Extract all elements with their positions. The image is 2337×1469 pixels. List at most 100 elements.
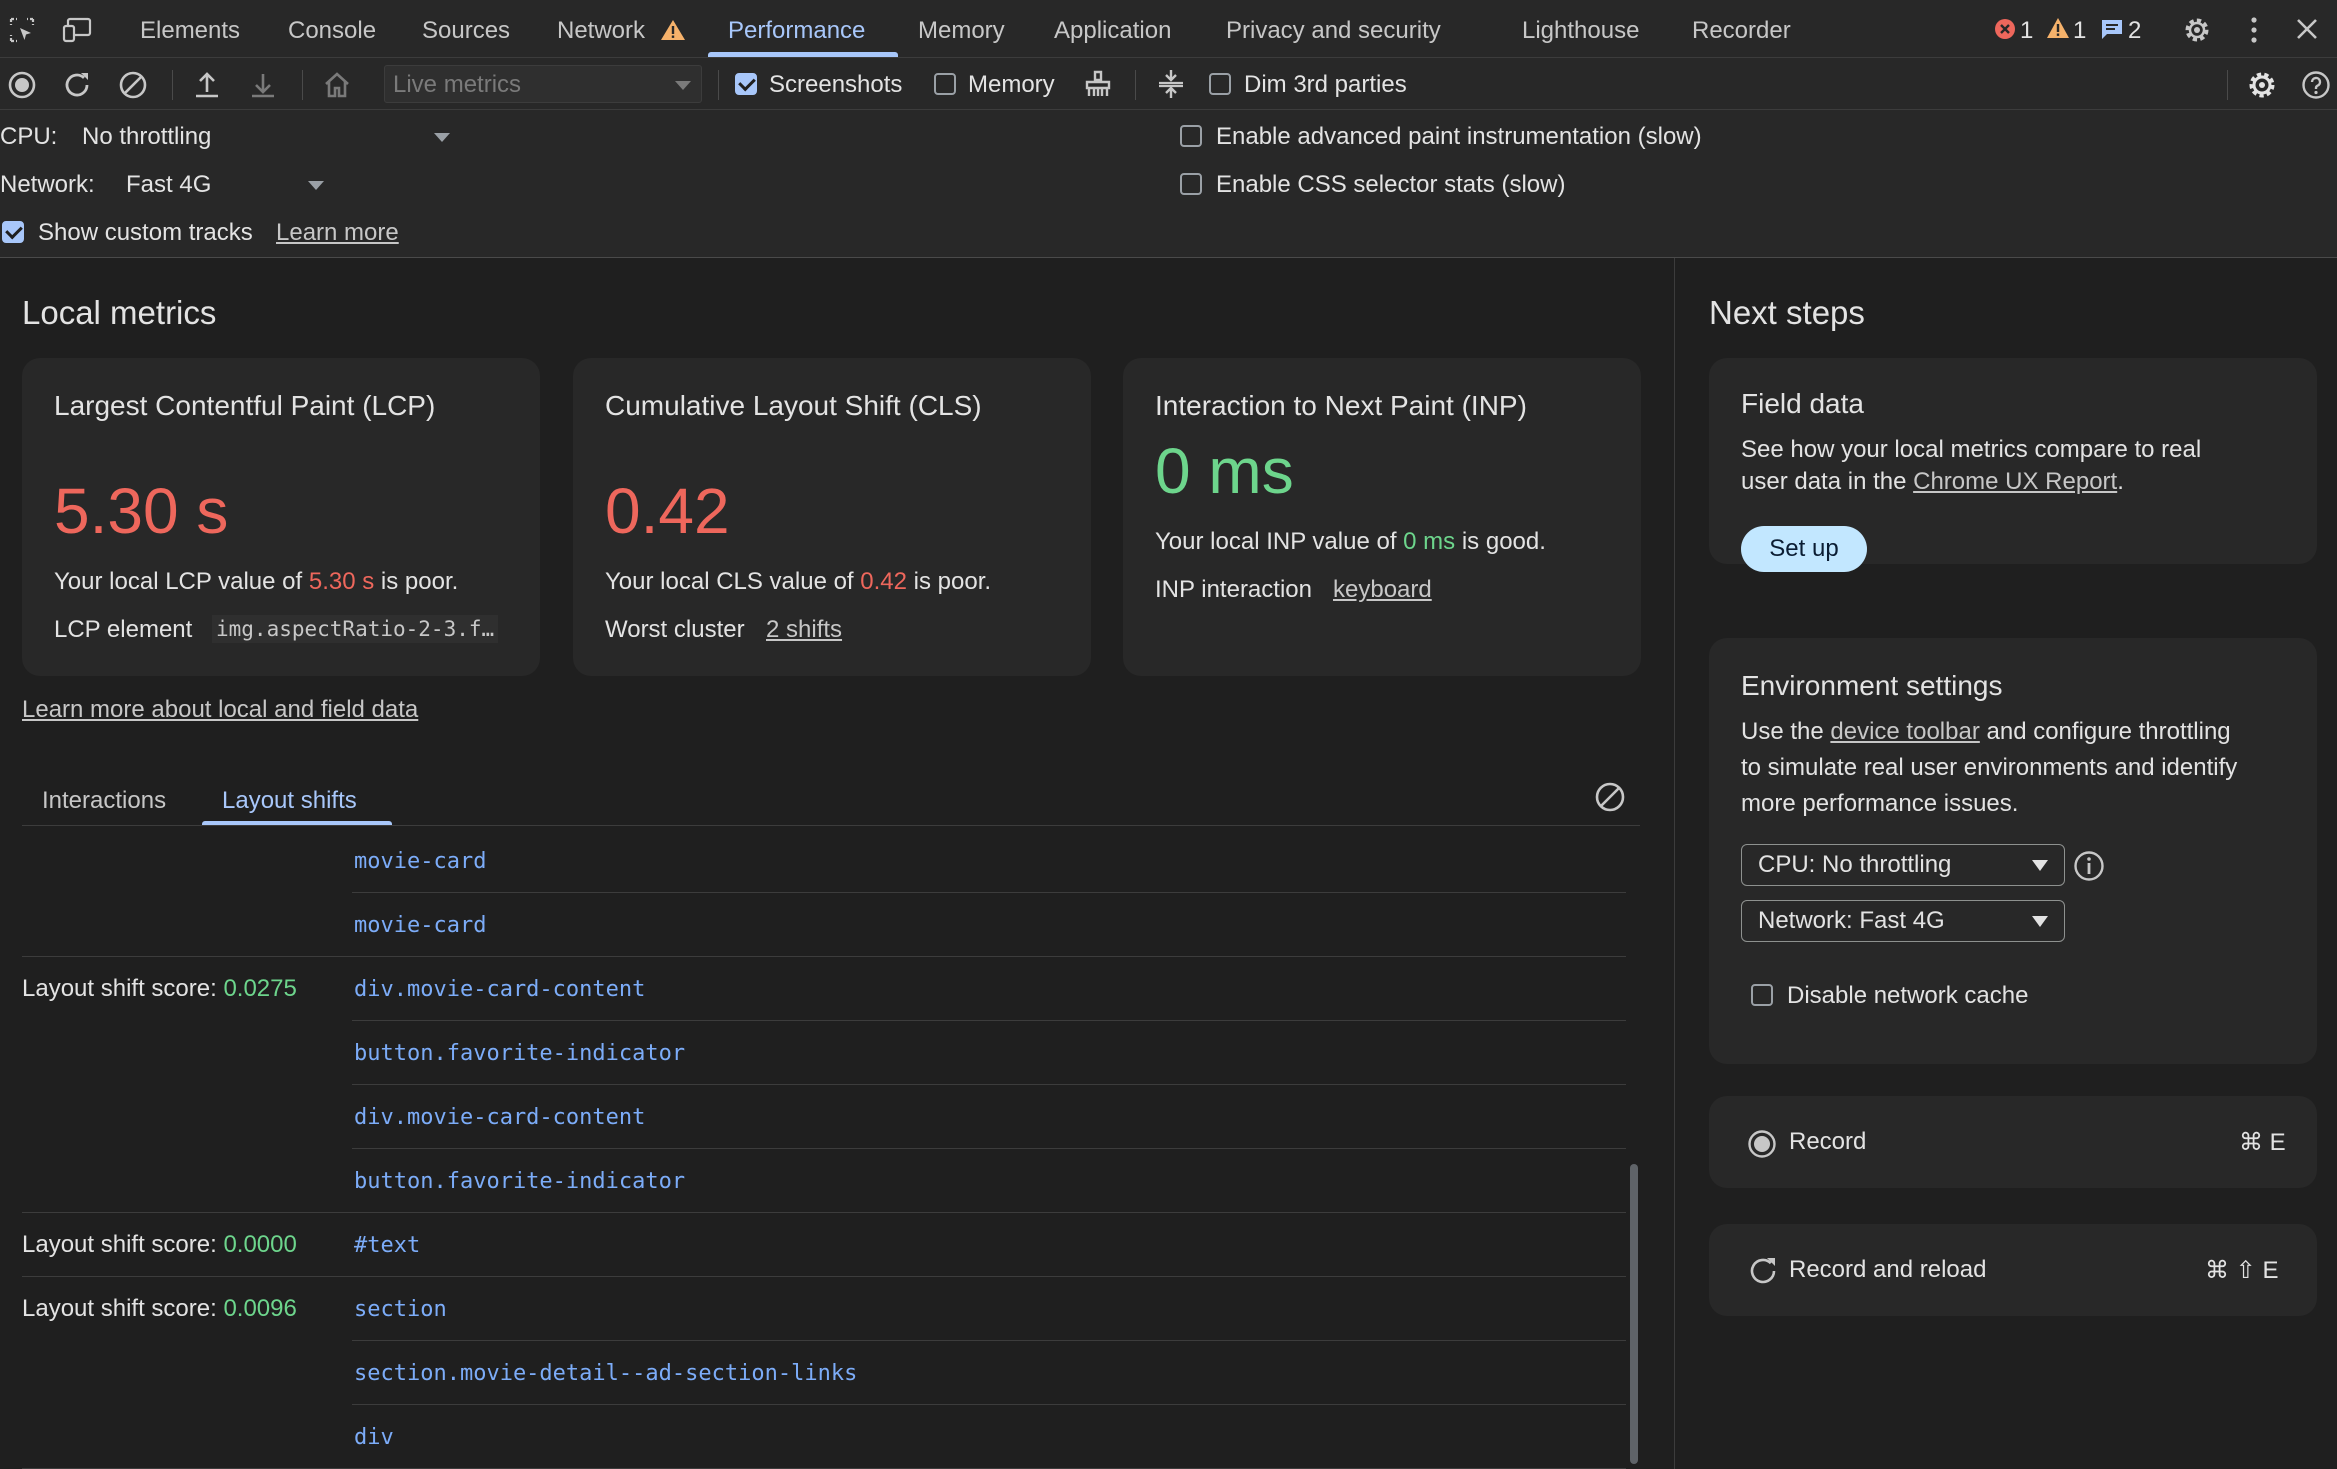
info-icon[interactable]: [2073, 850, 2105, 882]
learn-more-local-field-link[interactable]: Learn more about local and field data: [22, 696, 418, 724]
cpu-throttling-value: No throttling: [82, 123, 212, 150]
node-link[interactable]: movie-card: [354, 913, 486, 938]
performance-toolbar: Live metrics Screenshots Memory Dim 3rd …: [0, 58, 2337, 110]
settings-gear-icon[interactable]: [2181, 14, 2213, 46]
tab-memory[interactable]: Memory: [918, 0, 1005, 58]
tab-elements[interactable]: Elements: [140, 0, 240, 58]
next-steps-heading: Next steps: [1709, 294, 1865, 331]
node-link[interactable]: #text: [354, 1233, 420, 1258]
inp-value: 0 ms: [1155, 435, 1294, 507]
css-selector-stats-label: Enable CSS selector stats (slow): [1216, 171, 1566, 198]
network-throttling-select[interactable]: Fast 4G: [126, 166, 332, 202]
clear-shifts-icon[interactable]: [1594, 781, 1626, 813]
dropdown-arrow-icon: [2032, 916, 2048, 927]
lcp-element-node[interactable]: img.aspectRatio-2-3.f…: [212, 615, 499, 643]
help-icon[interactable]: [2301, 70, 2331, 100]
garbage-collect-icon[interactable]: [1083, 69, 1113, 99]
tab-lighthouse[interactable]: Lighthouse: [1522, 0, 1639, 58]
node-link[interactable]: div: [354, 1425, 394, 1450]
toolbar-divider: [2227, 70, 2228, 100]
device-toolbar-icon[interactable]: [62, 16, 94, 44]
record-icon[interactable]: [7, 70, 37, 100]
tab-network[interactable]: Network: [557, 0, 645, 58]
warning-icon[interactable]: [2046, 17, 2070, 39]
cpu-throttling-dropdown[interactable]: CPU: No throttling: [1741, 844, 2065, 886]
memory-checkbox[interactable]: [934, 73, 956, 95]
cpu-label: CPU:: [0, 123, 58, 150]
screenshots-label: Screenshots: [769, 71, 903, 98]
dropdown-arrow-icon: [2032, 860, 2048, 871]
record-card[interactable]: Record ⌘ E: [1709, 1096, 2317, 1188]
field-data-desc-1: See how your local metrics compare to re…: [1741, 436, 2202, 463]
table-row[interactable]: button.favorite-indicator: [22, 1021, 1626, 1085]
show-custom-tracks-checkbox[interactable]: [2, 221, 24, 243]
network-throttling-dropdown-value: Network: Fast 4G: [1758, 907, 1945, 934]
field-data-desc-2: user data in the Chrome UX Report.: [1741, 468, 2124, 495]
tab-application[interactable]: Application: [1054, 0, 1171, 58]
table-row[interactable]: div.movie-card-content: [22, 1085, 1626, 1149]
setup-button[interactable]: Set up: [1741, 526, 1867, 572]
more-options-icon[interactable]: [2244, 16, 2264, 44]
node-link[interactable]: button.favorite-indicator: [354, 1169, 685, 1194]
css-selector-stats-checkbox[interactable]: [1180, 173, 1202, 195]
node-link[interactable]: movie-card: [354, 849, 486, 874]
chrome-ux-report-link[interactable]: Chrome UX Report: [1913, 468, 2117, 495]
clear-icon[interactable]: [118, 70, 148, 100]
lcp-title: Largest Contentful Paint (LCP): [54, 390, 436, 421]
table-row[interactable]: Layout shift score: 0.0000 #text: [22, 1213, 1626, 1277]
tab-performance[interactable]: Performance: [728, 0, 865, 58]
tabs-divider: [22, 825, 1640, 826]
tab-sources[interactable]: Sources: [422, 0, 510, 58]
node-link[interactable]: div.movie-card-content: [354, 977, 645, 1002]
toolbar-divider: [718, 70, 719, 100]
node-link[interactable]: button.favorite-indicator: [354, 1041, 685, 1066]
node-link[interactable]: section.movie-detail--ad-section-links: [354, 1361, 857, 1386]
toolbar-divider: [172, 70, 173, 100]
message-icon[interactable]: [2100, 18, 2124, 40]
table-row[interactable]: section.movie-detail--ad-section-links: [22, 1341, 1626, 1405]
inspect-element-icon[interactable]: [8, 16, 36, 44]
tab-console[interactable]: Console: [288, 0, 376, 58]
table-row[interactable]: Layout shift score: 0.0275 div.movie-car…: [22, 957, 1626, 1021]
disable-cache-checkbox[interactable]: [1751, 984, 1773, 1006]
cls-title: Cumulative Layout Shift (CLS): [605, 390, 982, 421]
network-throttling-dropdown[interactable]: Network: Fast 4G: [1741, 900, 2065, 942]
warning-count[interactable]: 1: [2073, 0, 2086, 58]
table-row[interactable]: Layout shift score: 0.0096 section: [22, 1277, 1626, 1341]
next-steps-panel: Next steps Field data See how your local…: [1674, 258, 2337, 1469]
inp-description: Your local INP value of 0 ms is good.: [1155, 528, 1546, 555]
home-icon[interactable]: [322, 70, 352, 100]
capture-settings-gear-icon[interactable]: [2245, 68, 2279, 102]
message-count[interactable]: 2: [2128, 0, 2141, 58]
close-icon[interactable]: [2295, 17, 2319, 41]
inp-interaction-link[interactable]: keyboard: [1333, 576, 1432, 604]
advanced-paint-checkbox[interactable]: [1180, 125, 1202, 147]
table-row[interactable]: movie-card: [22, 893, 1626, 957]
tab-privacy-security[interactable]: Privacy and security: [1226, 0, 1441, 58]
node-link[interactable]: div.movie-card-content: [354, 1105, 645, 1130]
environment-settings-title: Environment settings: [1741, 670, 2003, 701]
cpu-throttling-dropdown-value: CPU: No throttling: [1758, 851, 1952, 878]
tab-recorder[interactable]: Recorder: [1692, 0, 1791, 58]
table-row[interactable]: movie-card: [22, 829, 1626, 893]
reload-record-icon[interactable]: [62, 70, 92, 100]
collapse-tracks-icon[interactable]: [1156, 68, 1186, 100]
tab-interactions[interactable]: Interactions: [42, 787, 166, 815]
upload-profile-icon[interactable]: [192, 70, 222, 100]
dim-3rd-parties-checkbox[interactable]: [1209, 73, 1231, 95]
table-row[interactable]: button.favorite-indicator: [22, 1149, 1626, 1213]
record-reload-card[interactable]: Record and reload ⌘ ⇧ E: [1709, 1224, 2317, 1316]
learn-more-link[interactable]: Learn more: [276, 219, 399, 247]
error-count[interactable]: 1: [2020, 0, 2033, 58]
cpu-throttling-select[interactable]: No throttling: [82, 118, 454, 154]
device-toolbar-link[interactable]: device toolbar: [1830, 718, 1979, 745]
error-icon[interactable]: [1994, 18, 2016, 40]
metrics-select[interactable]: Live metrics: [384, 65, 702, 103]
tab-layout-shifts[interactable]: Layout shifts: [222, 787, 357, 815]
inp-card: Interaction to Next Paint (INP) 0 ms You…: [1123, 358, 1641, 676]
worst-cluster-link[interactable]: 2 shifts: [766, 616, 842, 644]
table-row[interactable]: div: [22, 1405, 1626, 1469]
download-profile-icon[interactable]: [248, 70, 278, 100]
screenshots-checkbox[interactable]: [735, 73, 757, 95]
node-link[interactable]: section: [354, 1297, 447, 1322]
